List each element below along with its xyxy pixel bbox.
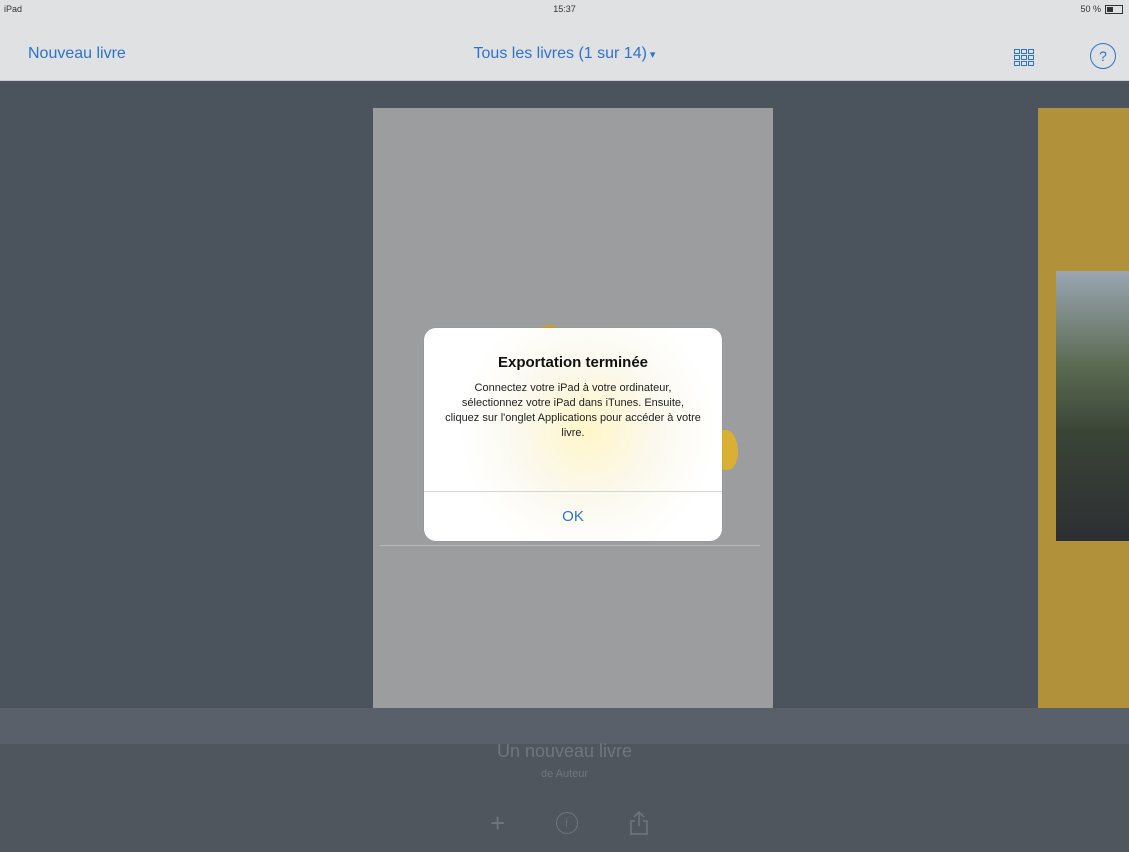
ok-button[interactable]: OK bbox=[424, 492, 722, 541]
info-icon[interactable]: i bbox=[555, 812, 578, 834]
next-book-cover[interactable] bbox=[1038, 108, 1129, 708]
battery-percent: 50 % bbox=[1080, 4, 1101, 14]
all-books-title: Tous les livres (1 sur 14) bbox=[473, 45, 647, 62]
book-author: de Auteur bbox=[540, 768, 589, 780]
shelf-band bbox=[0, 708, 1129, 744]
nav-bar: Nouveau livre Tous les livres (1 sur 14)… bbox=[0, 18, 1129, 81]
help-icon[interactable]: ? bbox=[1090, 43, 1116, 69]
alert-message: Connectez votre iPad à votre ordinateur,… bbox=[445, 382, 701, 439]
all-books-dropdown[interactable]: Tous les livres (1 sur 14) ▾ bbox=[0, 45, 1129, 63]
battery-status: 50 % bbox=[1080, 4, 1123, 14]
share-icon[interactable] bbox=[628, 810, 650, 836]
book-actions: + i bbox=[490, 808, 650, 838]
next-book-photo bbox=[1056, 271, 1129, 541]
cover-divider bbox=[380, 545, 760, 546]
alert-title: Exportation terminée bbox=[497, 354, 649, 371]
book-title: Un nouveau livre bbox=[496, 741, 633, 761]
status-time: 15:37 bbox=[553, 4, 576, 14]
export-complete-alert: Exportation terminée Connectez votre iPa… bbox=[424, 328, 722, 541]
chevron-down-icon: ▾ bbox=[649, 49, 656, 61]
status-bar: iPad 15:37 50 % bbox=[0, 0, 1129, 18]
battery-icon bbox=[1105, 4, 1123, 14]
grid-view-icon[interactable] bbox=[1014, 49, 1036, 67]
add-icon[interactable]: + bbox=[490, 810, 505, 836]
